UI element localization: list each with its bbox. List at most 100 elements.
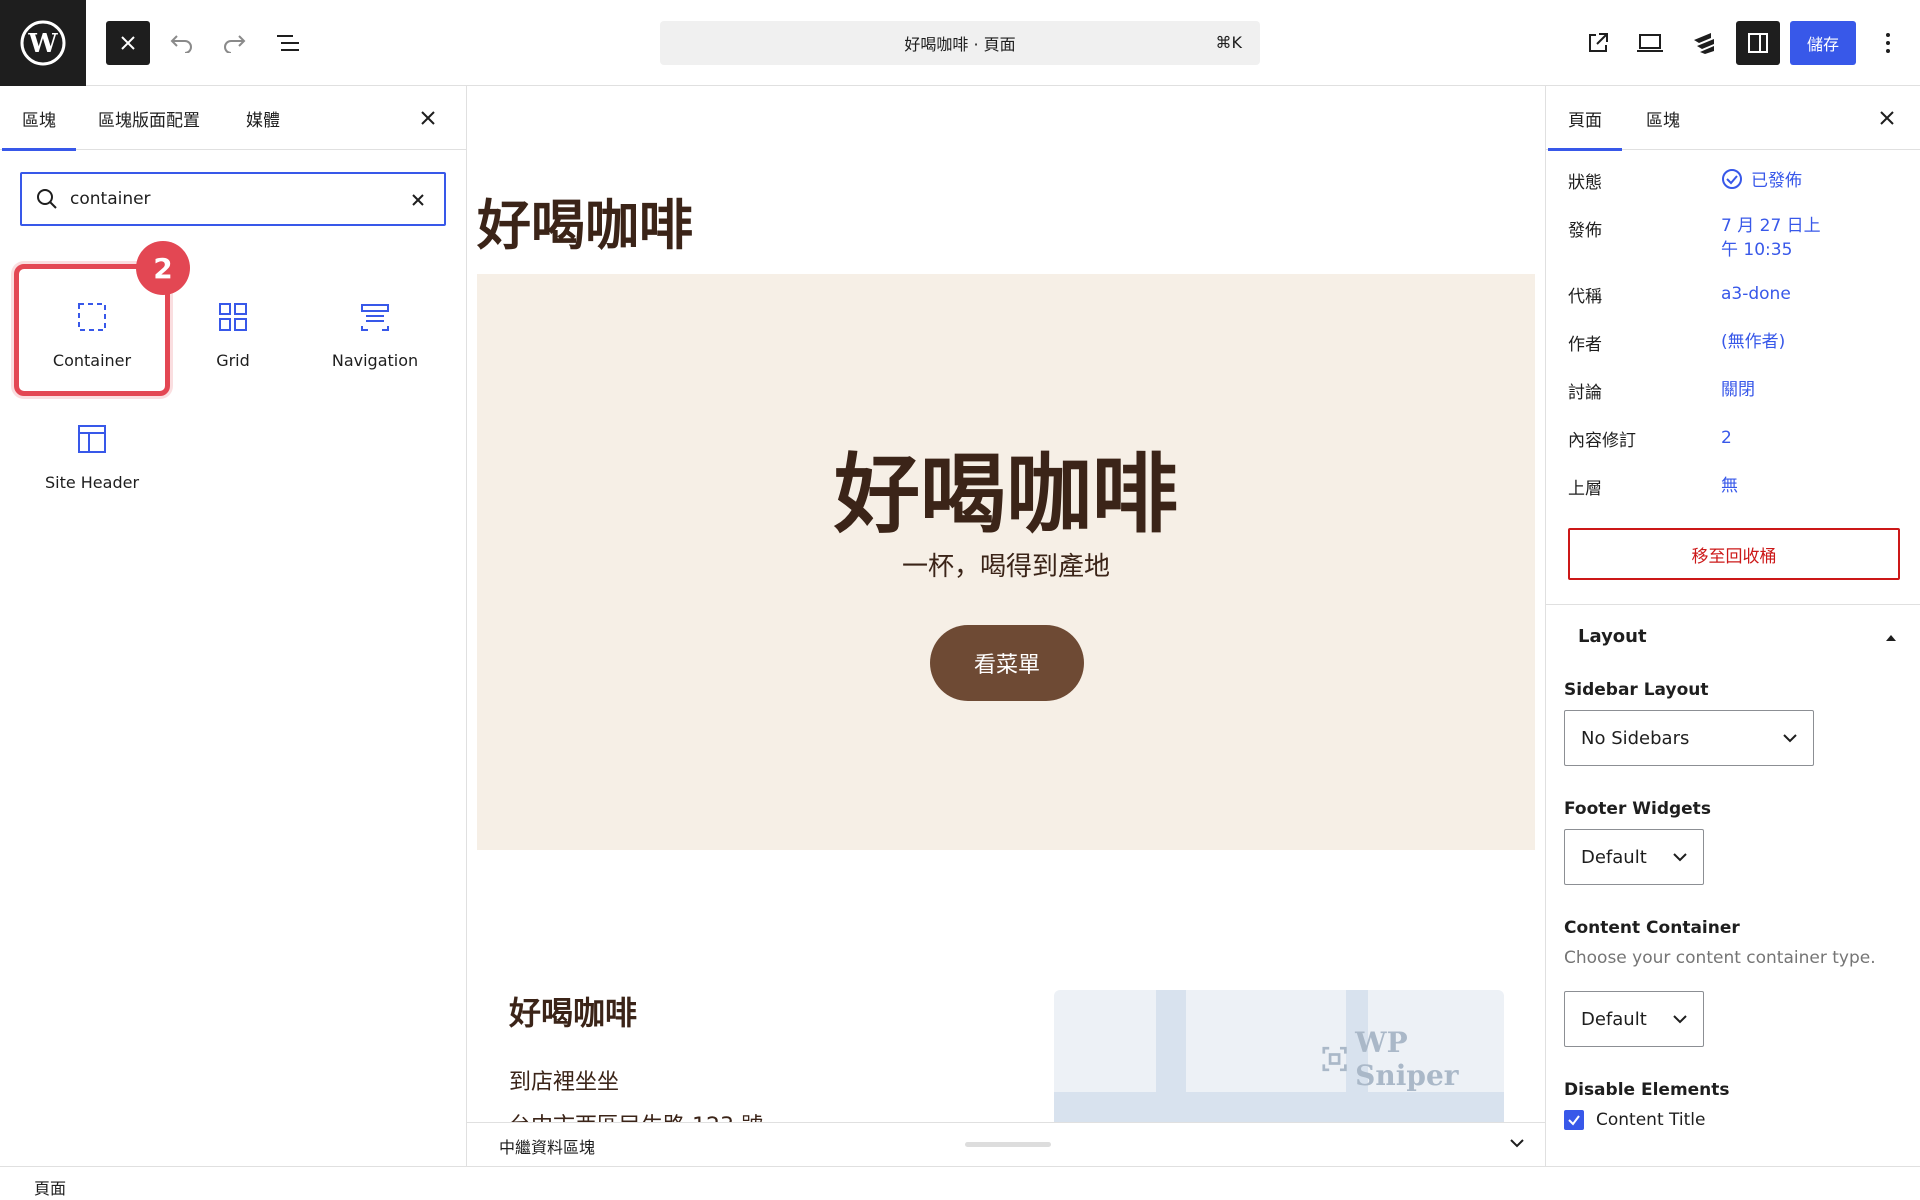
settings-sidebar-toggle[interactable]	[1736, 21, 1780, 65]
block-label: Site Header	[44, 473, 140, 492]
close-settings-button[interactable]	[1869, 100, 1905, 136]
publish-date-value[interactable]: 7 月 27 日上 午 10:35	[1721, 214, 1821, 262]
redo-icon	[224, 35, 246, 53]
document-title: 好喝咖啡 · 頁面	[904, 35, 1016, 54]
status-value[interactable]: 已發佈	[1721, 168, 1802, 193]
svg-text:W: W	[27, 29, 58, 59]
footer-widgets-select[interactable]: Default	[1564, 829, 1704, 885]
save-button[interactable]: 儲存	[1790, 21, 1856, 65]
panel-divider	[1546, 604, 1920, 605]
caret-up-icon[interactable]	[1884, 632, 1898, 642]
block-label: Navigation	[331, 351, 419, 370]
tab-page[interactable]: 頁面	[1548, 86, 1622, 151]
sidebar-layout-value: No Sidebars	[1581, 727, 1690, 749]
editor-footer: 頁面	[0, 1166, 1920, 1200]
hero-subtitle[interactable]: 一杯，喝得到產地	[477, 546, 1535, 583]
options-menu-button[interactable]	[1870, 23, 1906, 63]
more-vertical-icon	[1886, 33, 1890, 53]
watermark: WP Sniper	[1322, 1026, 1504, 1092]
page-title[interactable]: 好喝咖啡	[477, 181, 693, 260]
block-navigation[interactable]: Navigation	[300, 267, 450, 393]
chevron-down-icon[interactable]	[1507, 1133, 1527, 1153]
breadcrumb[interactable]: 頁面	[34, 1175, 66, 1199]
content-container-help: Choose your content container type.	[1564, 948, 1876, 968]
document-overview-button[interactable]	[268, 23, 308, 63]
content-container-value: Default	[1581, 1008, 1647, 1030]
content-title-checkbox[interactable]	[1564, 1110, 1584, 1130]
settings-sidebar: 頁面 區塊 狀態 已發佈 發佈 7 月 27 日上 午 10:35 代稱 a3-…	[1545, 86, 1920, 1166]
editor-canvas[interactable]: 好喝咖啡 好喝咖啡 一杯，喝得到產地 看菜單 好喝咖啡 到店裡坐坐 台中市西區民…	[467, 86, 1545, 1166]
block-site-header[interactable]: Site Header	[17, 389, 167, 515]
search-icon	[37, 189, 57, 209]
sidebar-layout-select[interactable]: No Sidebars	[1564, 710, 1814, 766]
block-search-field[interactable]	[20, 172, 446, 226]
close-icon	[1880, 111, 1894, 125]
navigation-icon	[360, 301, 390, 333]
hero-cover-block[interactable]: 好喝咖啡 一杯，喝得到產地 看菜單	[477, 274, 1535, 850]
section-text[interactable]: 到店裡坐坐	[509, 1064, 619, 1096]
discussion-value[interactable]: 關閉	[1721, 378, 1755, 402]
external-link-icon	[1589, 33, 1608, 52]
preview-device-button[interactable]	[1630, 23, 1670, 63]
hero-heading[interactable]: 好喝咖啡	[477, 424, 1535, 549]
footer-widgets-value: Default	[1581, 846, 1647, 868]
status-text: 已發佈	[1751, 171, 1802, 191]
published-check-icon	[1722, 169, 1742, 189]
view-page-button[interactable]	[1578, 23, 1618, 63]
chevron-down-icon	[1783, 734, 1797, 743]
step-badge: 2	[136, 241, 190, 295]
slug-label: 代稱	[1568, 287, 1602, 307]
undo-button[interactable]	[162, 23, 202, 63]
watermark-logo-icon	[1322, 1046, 1347, 1072]
chevron-down-icon	[1673, 853, 1687, 862]
move-to-trash-button[interactable]: 移至回收桶	[1568, 528, 1900, 580]
section-heading[interactable]: 好喝咖啡	[509, 988, 637, 1034]
redo-button[interactable]	[214, 23, 254, 63]
content-container-select[interactable]: Default	[1564, 991, 1704, 1047]
chevron-down-icon	[1673, 1015, 1687, 1024]
content-title-checkbox-row[interactable]: Content Title	[1564, 1110, 1705, 1130]
tab-block[interactable]: 區塊	[1646, 86, 1680, 150]
close-inserter-button[interactable]	[106, 21, 150, 65]
meta-boxes-label: 中繼資料區塊	[499, 1138, 596, 1157]
checkmark-icon	[1568, 1115, 1580, 1126]
close-icon	[121, 36, 135, 50]
tab-blocks[interactable]: 區塊	[2, 86, 76, 151]
block-inserter-panel: 區塊 區塊版面配置 媒體 Container Grid Navigation	[0, 86, 467, 1166]
meta-boxes-bar[interactable]: 中繼資料區塊	[467, 1122, 1545, 1166]
parent-label: 上層	[1568, 479, 1602, 499]
publish-time-line: 午 10:35	[1721, 240, 1793, 260]
layout-panel-title[interactable]: Layout	[1578, 626, 1647, 647]
settings-tabs: 頁面 區塊	[1546, 86, 1920, 151]
sidebar-icon	[1748, 33, 1768, 53]
content-container-label: Content Container	[1564, 918, 1740, 938]
footer-widgets-label: Footer Widgets	[1564, 799, 1711, 819]
search-input[interactable]	[70, 184, 400, 214]
close-icon	[412, 194, 424, 206]
site-header-icon	[77, 423, 107, 455]
resize-handle[interactable]	[965, 1142, 1051, 1147]
command-palette-bar[interactable]: 好喝咖啡 · 頁面 ⌘K	[660, 21, 1260, 65]
styles-button[interactable]	[1684, 23, 1724, 63]
menu-button[interactable]: 看菜單	[930, 625, 1084, 701]
parent-value[interactable]: 無	[1721, 474, 1738, 498]
revisions-label: 內容修訂	[1568, 431, 1636, 451]
list-view-icon	[277, 35, 299, 51]
slug-value[interactable]: a3-done	[1721, 282, 1791, 306]
revisions-value[interactable]: 2	[1721, 426, 1732, 450]
publish-date-line: 7 月 27 日上	[1721, 216, 1821, 236]
author-value[interactable]: (無作者)	[1721, 330, 1785, 354]
tab-media[interactable]: 媒體	[246, 86, 280, 150]
tab-patterns[interactable]: 區塊版面配置	[98, 86, 200, 150]
disable-elements-label: Disable Elements	[1564, 1080, 1730, 1100]
close-inserter-panel-button[interactable]	[410, 100, 446, 136]
spectra-logo-icon	[1694, 33, 1714, 54]
author-label: 作者	[1568, 335, 1602, 355]
desktop-icon	[1637, 34, 1663, 52]
wordpress-logo-icon[interactable]: W	[0, 0, 86, 86]
inserter-tabs: 區塊 區塊版面配置 媒體	[0, 86, 466, 151]
close-icon	[421, 111, 435, 125]
status-label: 狀態	[1568, 173, 1602, 193]
discussion-label: 討論	[1568, 383, 1602, 403]
clear-search-button[interactable]	[404, 186, 432, 214]
